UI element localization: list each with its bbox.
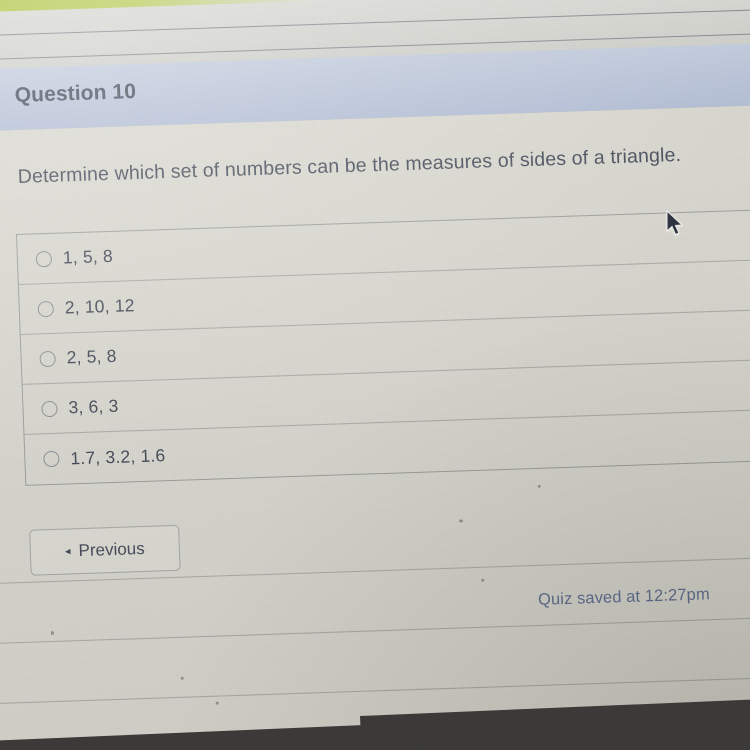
question-prompt: Determine which set of numbers can be th… [17, 143, 682, 188]
radio-button-icon[interactable] [35, 250, 53, 267]
previous-button[interactable]: ◂ Previous [29, 524, 181, 576]
quiz-saved-status: Quiz saved at 12:27pm [537, 585, 711, 609]
question-body: Determine which set of numbers can be th… [0, 103, 750, 750]
photo-of-screen: Question 10 Determine which set of numbe… [0, 0, 750, 750]
dust-speck [50, 631, 55, 636]
answer-option-label: 2, 5, 8 [66, 345, 118, 368]
answer-option-label: 1, 5, 8 [62, 245, 114, 268]
answer-options-list: 1, 5, 8 2, 10, 12 2, 5, 8 3, 6, 3 1.7, 3… [15, 207, 750, 486]
radio-button-icon[interactable] [43, 450, 60, 468]
dust-speck [215, 701, 219, 705]
mouse-cursor-arrow [665, 209, 685, 243]
dust-speck [481, 578, 485, 582]
previous-button-label: Previous [78, 538, 146, 561]
answer-option-label: 3, 6, 3 [68, 395, 119, 418]
answer-option-label: 1.7, 3.2, 1.6 [70, 444, 166, 468]
page-title: Question 10 [14, 79, 137, 108]
radio-button-icon[interactable] [41, 400, 58, 417]
radio-button-icon[interactable] [39, 350, 56, 367]
radio-button-icon[interactable] [37, 300, 55, 317]
dust-speck [537, 484, 541, 488]
answer-option-label: 2, 10, 12 [64, 295, 135, 318]
caret-left-icon: ◂ [64, 544, 71, 558]
quiz-screen: Question 10 Determine which set of numbe… [0, 0, 750, 750]
dust-speck [180, 676, 184, 680]
